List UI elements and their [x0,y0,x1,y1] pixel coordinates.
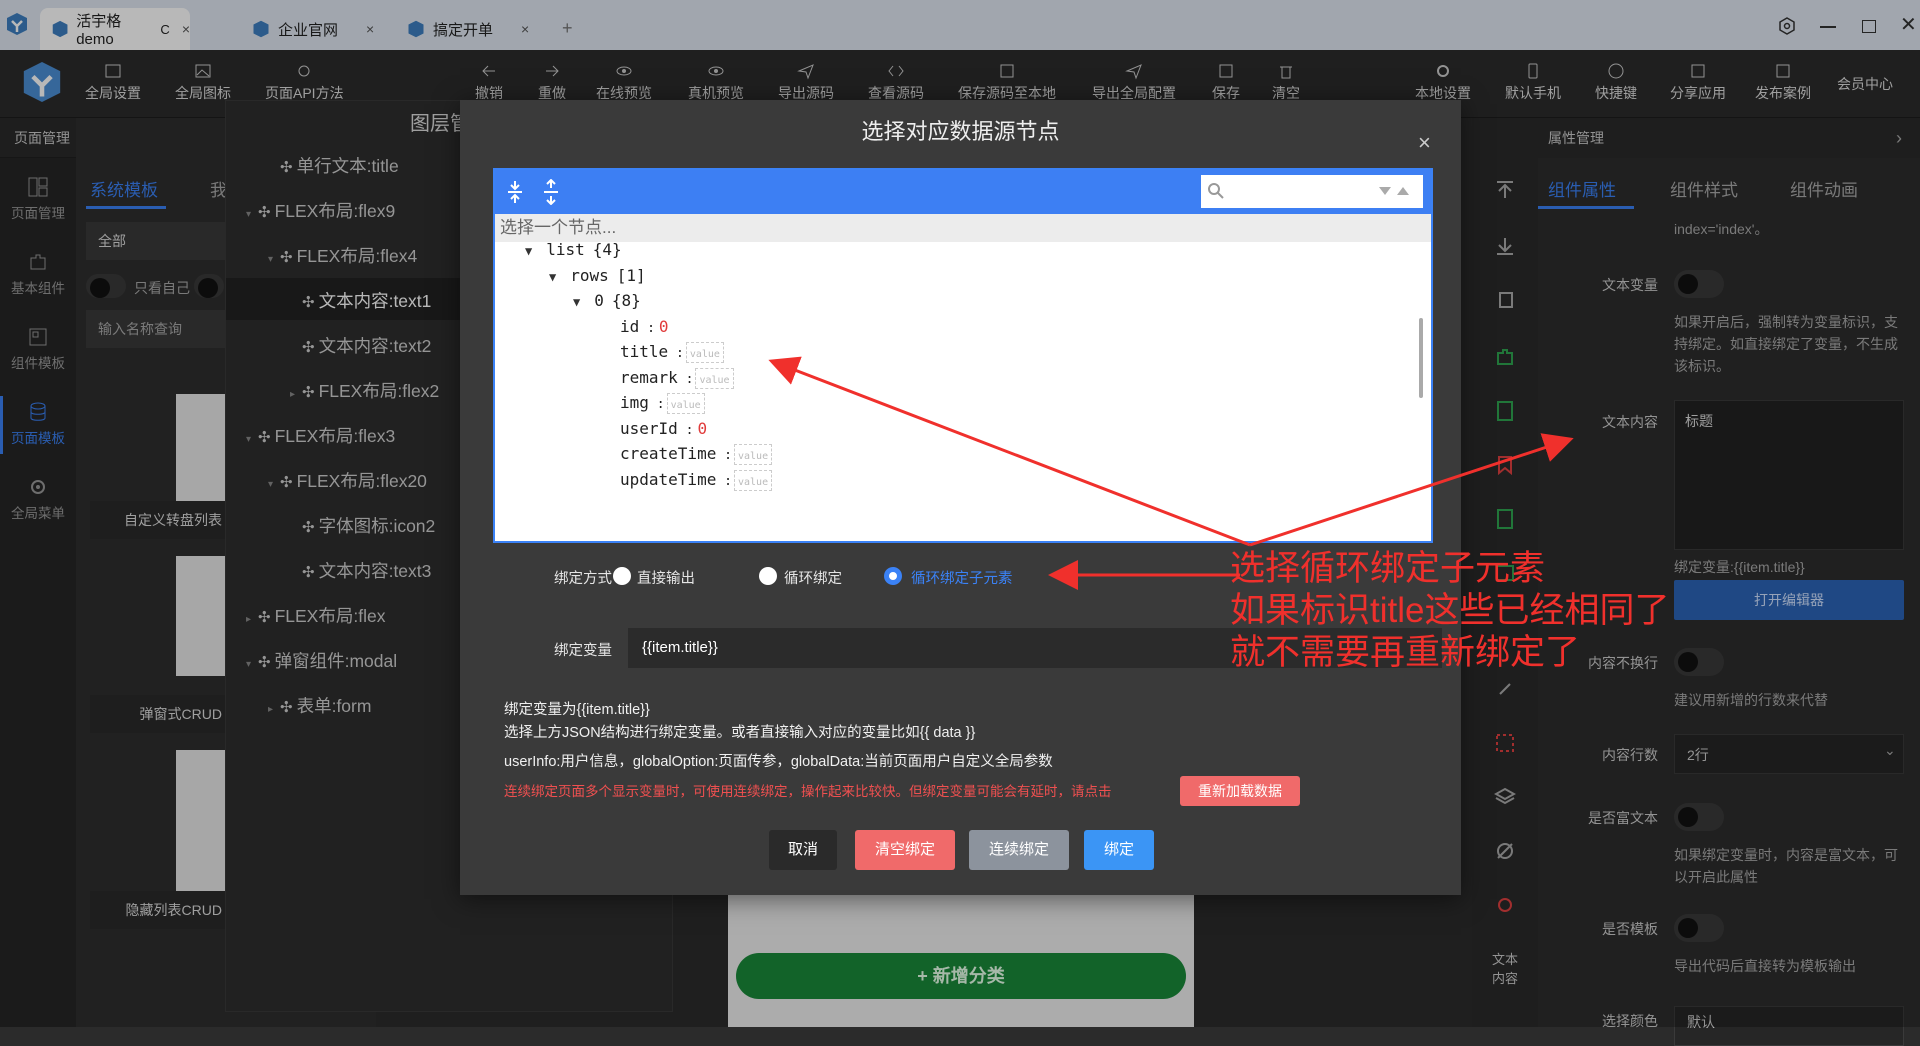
annotation-line: 就不需要再重新绑定了 [1230,633,1581,672]
annotation-text: 选择循环绑定子元素 如果标识title这些已经相同了 就不需要再重新绑定了 [1230,548,1669,674]
annotation-arrows [768,356,1574,590]
arrow-to-title [768,356,1251,547]
annotation-line: 如果标识title这些已经相同了 [1230,591,1670,630]
arrow-to-text-content [1249,433,1574,547]
annotation-line: 选择循环绑定子元素 [1230,549,1546,588]
